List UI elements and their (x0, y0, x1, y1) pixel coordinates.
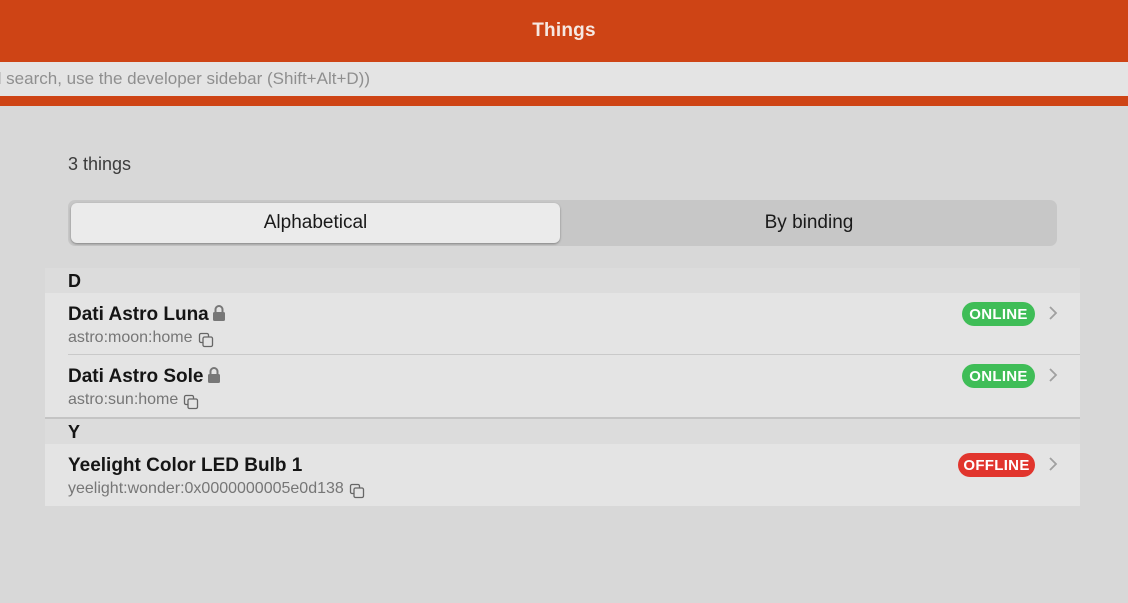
thing-name: Yeelight Color LED Bulb 1 (68, 455, 303, 476)
searchbar (0, 62, 1128, 96)
thing-uid: astro:sun:home (68, 391, 179, 408)
thing-uid: astro:moon:home (68, 329, 193, 346)
chevron-right-icon (1048, 367, 1058, 383)
navbar: Things (0, 0, 1128, 62)
group-header-y: Y (45, 419, 1080, 444)
chevron-right-icon (1048, 456, 1058, 472)
list-item-yeelight-color-led-bulb-1[interactable]: Yeelight Color LED Bulb 1 yeelight:wonde… (45, 444, 1080, 506)
lock-icon (207, 366, 221, 384)
copy-icon[interactable] (183, 394, 199, 410)
search-underline (0, 96, 1128, 106)
status-badge: ONLINE (962, 302, 1035, 326)
things-count: 3 things (68, 154, 132, 174)
list-item-dati-astro-luna[interactable]: Dati Astro Luna astro:moon:home ONLINE (45, 293, 1080, 355)
sort-alphabetical-button[interactable]: Alphabetical (71, 203, 560, 243)
status-badge: ONLINE (962, 364, 1035, 388)
sort-segmented-control: Alphabetical By binding (68, 200, 1057, 246)
thing-uid: yeelight:wonder:0x0000000005e0d138 (68, 480, 344, 497)
search-input[interactable] (0, 62, 1128, 96)
group-header-d: D (45, 268, 1080, 293)
page-title: Things (532, 20, 596, 41)
copy-icon[interactable] (349, 483, 365, 499)
status-badge: OFFLINE (958, 453, 1035, 477)
things-list: D Dati Astro Luna astro:moon:home ONLINE (45, 268, 1080, 506)
thing-name: Dati Astro Sole (68, 366, 204, 387)
sort-by-binding-button[interactable]: By binding (562, 203, 1056, 243)
chevron-right-icon (1048, 305, 1058, 321)
thing-name: Dati Astro Luna (68, 304, 209, 325)
lock-icon (212, 304, 226, 322)
list-item-dati-astro-sole[interactable]: Dati Astro Sole astro:sun:home ONLINE (45, 355, 1080, 419)
copy-icon[interactable] (198, 332, 214, 348)
